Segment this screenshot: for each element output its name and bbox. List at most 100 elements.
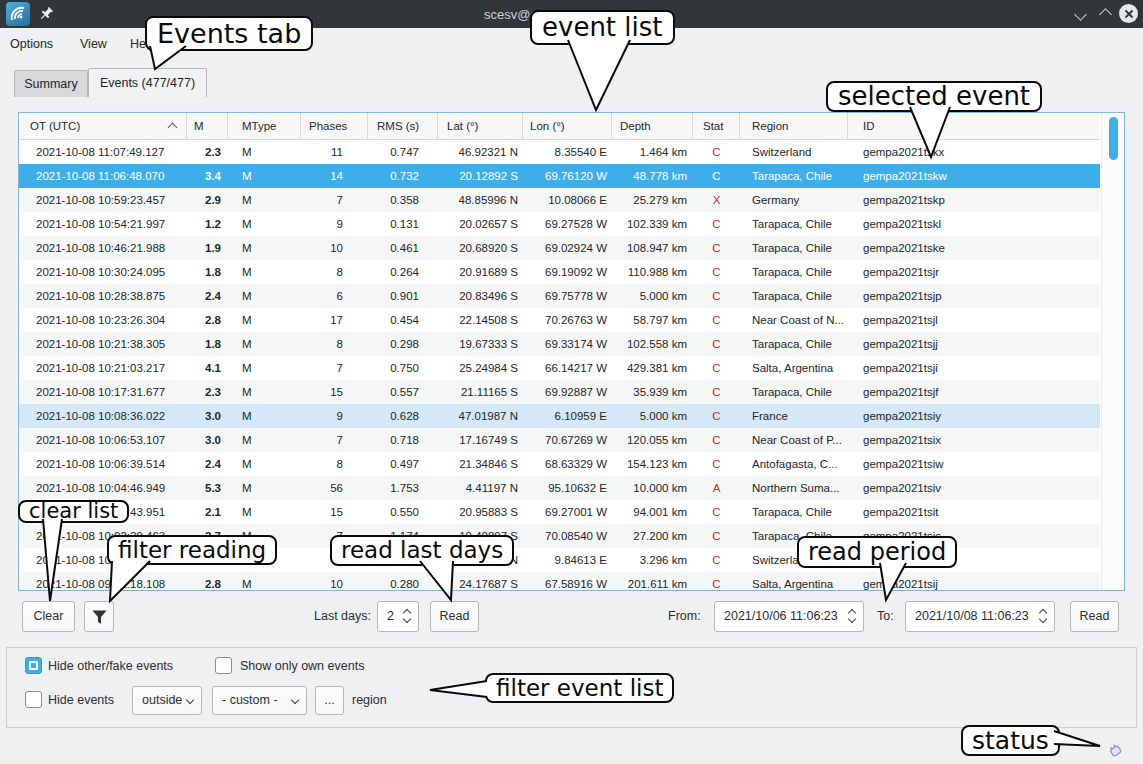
- column-header-rms[interactable]: RMS (s): [368, 113, 438, 139]
- cell-status: C: [693, 404, 740, 428]
- cell-rms: 0.264: [368, 260, 438, 284]
- event-row[interactable]: 2021-10-08 10:59:23.457 2.9 M 7 0.358 48…: [19, 188, 1100, 212]
- event-row[interactable]: 2021-10-08 10:17:31.677 2.3 M 15 0.557 2…: [19, 380, 1100, 404]
- cell-region: Tarapaca, Chile: [740, 260, 848, 284]
- cell-status: C: [693, 356, 740, 380]
- column-header-lat[interactable]: Lat (°): [438, 113, 523, 139]
- cell-depth: 5.000 km: [612, 284, 693, 308]
- from-datetime[interactable]: 2021/10/06 11:06:23: [714, 601, 864, 632]
- cell-lat: 21.11165 S: [438, 380, 523, 404]
- cell-status: C: [693, 452, 740, 476]
- spin-arrows-icon[interactable]: [1040, 610, 1046, 622]
- cell-rms: 0.750: [368, 356, 438, 380]
- scrollbar-handle[interactable]: [1109, 117, 1118, 160]
- cell-lat: 20.83496 S: [438, 284, 523, 308]
- more-region-button[interactable]: ...: [315, 686, 344, 715]
- cell-depth: 120.055 km: [612, 428, 693, 452]
- tab-events[interactable]: Events (477/477): [88, 68, 207, 97]
- cell-region: Salta, Argentina: [740, 356, 848, 380]
- cell-magnitude: 2.9: [187, 188, 228, 212]
- event-row[interactable]: 2021-10-08 10:04:46.949 5.3 M 56 1.753 4…: [19, 476, 1100, 500]
- clear-button[interactable]: Clear: [22, 601, 75, 632]
- event-row[interactable]: 2021-10-08 10:03:43.951 2.1 M 15 0.550 2…: [19, 500, 1100, 524]
- vertical-scrollbar[interactable]: [1101, 113, 1124, 590]
- hide-other-fake-checkbox[interactable]: [25, 657, 42, 674]
- cell-mtype: M: [228, 452, 301, 476]
- cell-status: C: [693, 140, 740, 164]
- event-row[interactable]: 2021-10-08 10:23:26.304 2.8 M 17 0.454 2…: [19, 308, 1100, 332]
- read-period-button[interactable]: Read: [1070, 601, 1119, 632]
- cell-phases: 14: [301, 164, 368, 188]
- menu-options[interactable]: Options: [10, 37, 53, 51]
- cell-lon: 69.76120 W: [523, 164, 612, 188]
- event-row[interactable]: 2021-10-08 11:06:48.070 3.4 M 14 0.732 2…: [19, 164, 1100, 188]
- column-header-phases[interactable]: Phases: [301, 113, 368, 139]
- cell-magnitude: 4.1: [187, 356, 228, 380]
- cell-status: C: [693, 524, 740, 548]
- cell-lon: 69.92887 W: [523, 380, 612, 404]
- cell-rms: 0.358: [368, 188, 438, 212]
- cell-phases: 56: [301, 476, 368, 500]
- event-row[interactable]: 2021-10-08 10:08:36.022 3.0 M 9 0.628 47…: [19, 404, 1100, 428]
- cell-ot: 2021-10-08 10:17:31.677: [19, 380, 187, 404]
- pin-icon[interactable]: [38, 6, 54, 22]
- read-last-days-button[interactable]: Read: [430, 601, 479, 632]
- column-header-lon[interactable]: Lon (°): [523, 113, 612, 139]
- region-combobox[interactable]: - custom -: [212, 686, 307, 715]
- minimize-button[interactable]: [1076, 10, 1085, 19]
- menu-view[interactable]: View: [80, 37, 107, 51]
- show-only-own-checkbox[interactable]: [215, 657, 232, 674]
- event-row[interactable]: 2021-10-08 10:54:21.997 1.2 M 9 0.131 20…: [19, 212, 1100, 236]
- column-header-depth[interactable]: Depth: [612, 113, 693, 139]
- cell-lon: 6.10959 E: [523, 404, 612, 428]
- cell-region: Antofagasta, C...: [740, 452, 848, 476]
- tab-summary[interactable]: Summary: [14, 70, 88, 97]
- event-row[interactable]: 2021-10-08 10:06:39.514 2.4 M 8 0.497 21…: [19, 452, 1100, 476]
- event-row[interactable]: 2021-10-08 10:21:03.217 4.1 M 7 0.750 25…: [19, 356, 1100, 380]
- to-value: 2021/10/08 11:06:23: [915, 609, 1029, 623]
- cell-id: gempa2021tskp: [848, 188, 1100, 212]
- maximize-button[interactable]: [1101, 10, 1110, 19]
- funnel-icon: [91, 610, 108, 628]
- window-title: scesv@s: [484, 7, 537, 22]
- scope-combobox[interactable]: outside: [132, 686, 202, 715]
- column-header-stat[interactable]: Stat: [693, 113, 740, 139]
- event-row[interactable]: 2021-10-08 10:30:24.095 1.8 M 8 0.264 20…: [19, 260, 1100, 284]
- cell-magnitude: 1.8: [187, 332, 228, 356]
- to-datetime[interactable]: 2021/10/08 11:06:23: [905, 601, 1055, 632]
- filter-reading-button[interactable]: [84, 601, 114, 632]
- event-row[interactable]: 2021-10-08 11:07:49.127 2.3 M 11 0.747 4…: [19, 140, 1100, 164]
- spin-arrows-icon[interactable]: [404, 610, 410, 622]
- cell-rms: 1.753: [368, 476, 438, 500]
- cell-region: Tarapaca, Chile: [740, 380, 848, 404]
- column-header-m[interactable]: M: [187, 113, 228, 139]
- cell-phases: 7: [301, 428, 368, 452]
- cell-ot: 2021-10-08 10:08:36.022: [19, 404, 187, 428]
- event-row[interactable]: 2021-10-08 10:06:53.107 3.0 M 7 0.718 17…: [19, 428, 1100, 452]
- cell-region: Tarapaca, Chile: [740, 332, 848, 356]
- cell-id: gempa2021tsiy: [848, 404, 1100, 428]
- last-days-spinbox[interactable]: 2: [377, 601, 419, 632]
- hide-events-checkbox[interactable]: [25, 691, 42, 708]
- spin-arrows-icon[interactable]: [849, 610, 855, 622]
- column-header-region[interactable]: Region: [740, 113, 848, 139]
- event-row[interactable]: 2021-10-08 10:21:38.305 1.8 M 8 0.298 19…: [19, 332, 1100, 356]
- event-row[interactable]: 2021-10-08 10:28:38.875 2.4 M 6 0.901 20…: [19, 284, 1100, 308]
- cell-status: C: [693, 236, 740, 260]
- cell-status: C: [693, 572, 740, 591]
- cell-lat: 20.12892 S: [438, 164, 523, 188]
- close-button[interactable]: [1119, 4, 1138, 23]
- column-header-ot[interactable]: OT (UTC): [19, 113, 187, 139]
- cell-lon: 69.75778 W: [523, 284, 612, 308]
- event-row[interactable]: 2021-10-08 09:51:18.108 2.8 M 10 0.280 2…: [19, 572, 1100, 591]
- event-row[interactable]: 2021-10-08 10:46:21.988 1.9 M 10 0.461 2…: [19, 236, 1100, 260]
- cell-lat: 21.34846 S: [438, 452, 523, 476]
- column-header-mtype[interactable]: MType: [228, 113, 301, 139]
- cell-lon: 10.08066 E: [523, 188, 612, 212]
- cell-depth: 108.947 km: [612, 236, 693, 260]
- cell-rms: 0.557: [368, 380, 438, 404]
- cell-ot: 2021-10-08 10:54:21.997: [19, 212, 187, 236]
- cell-region: Near Coast of N...: [740, 308, 848, 332]
- column-header-id[interactable]: ID: [848, 113, 1100, 139]
- sort-asc-icon: [168, 123, 178, 133]
